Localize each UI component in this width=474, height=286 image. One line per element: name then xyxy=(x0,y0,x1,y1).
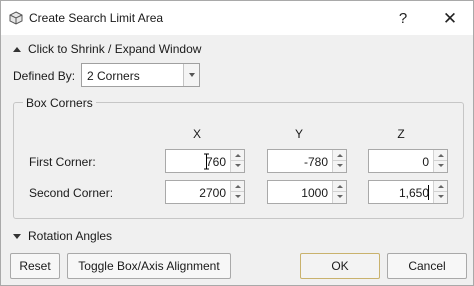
second-corner-z-value: 1,650 xyxy=(398,186,429,200)
expand-down-icon xyxy=(13,233,21,239)
close-button[interactable]: ✕ xyxy=(439,8,461,30)
defined-by-dropdown-button[interactable] xyxy=(183,64,199,86)
second-corner-x-input[interactable]: 2700 xyxy=(165,180,245,204)
second-corner-x-value: 2700 xyxy=(199,186,226,200)
rotation-angles-label: Rotation Angles xyxy=(28,229,113,243)
decrement-button[interactable] xyxy=(231,161,244,172)
toggle-alignment-button[interactable]: Toggle Box/Axis Alignment xyxy=(67,253,231,279)
decrement-button[interactable] xyxy=(434,161,447,172)
second-corner-y-value: 1000 xyxy=(301,186,328,200)
ok-button[interactable]: OK xyxy=(300,253,380,279)
first-corner-y-spinner xyxy=(332,150,346,172)
cancel-button[interactable]: Cancel xyxy=(387,253,467,279)
first-corner-z-value: 0 xyxy=(422,155,429,169)
reset-button[interactable]: Reset xyxy=(10,253,60,279)
text-cursor-icon xyxy=(204,153,209,170)
shrink-expand-toggle[interactable]: Click to Shrink / Expand Window xyxy=(13,41,201,57)
first-corner-label: First Corner: xyxy=(29,155,96,169)
defined-by-select[interactable]: 2 Corners xyxy=(81,63,200,87)
first-corner-z-spinner xyxy=(433,150,447,172)
first-corner-y-input[interactable]: -780 xyxy=(267,149,347,173)
window-title: Create Search Limit Area xyxy=(29,11,164,25)
app-cube-icon xyxy=(9,11,23,25)
column-header-x: X xyxy=(192,127,201,141)
box-corners-title: Box Corners xyxy=(23,96,96,110)
first-corner-x-input[interactable]: 760 xyxy=(165,149,245,173)
caret-icon xyxy=(428,185,429,200)
first-corner-x-spinner xyxy=(230,150,244,172)
increment-button[interactable] xyxy=(434,181,447,192)
help-button[interactable]: ? xyxy=(393,9,413,29)
second-corner-y-input[interactable]: 1000 xyxy=(267,180,347,204)
increment-button[interactable] xyxy=(231,181,244,192)
shrink-expand-label: Click to Shrink / Expand Window xyxy=(28,42,202,56)
column-header-z: Z xyxy=(397,127,405,141)
second-corner-x-spinner xyxy=(230,181,244,203)
second-corner-label: Second Corner: xyxy=(29,186,114,200)
rotation-angles-toggle[interactable]: Rotation Angles xyxy=(13,228,112,244)
second-corner-y-spinner xyxy=(332,181,346,203)
title-bar: Create Search Limit Area ? ✕ xyxy=(1,1,473,35)
first-corner-z-input[interactable]: 0 xyxy=(368,149,448,173)
increment-button[interactable] xyxy=(333,181,346,192)
increment-button[interactable] xyxy=(434,150,447,161)
collapse-up-icon xyxy=(13,46,21,52)
decrement-button[interactable] xyxy=(434,192,447,203)
defined-by-label: Defined By: xyxy=(13,69,76,83)
decrement-button[interactable] xyxy=(333,161,346,172)
dialog-window: Create Search Limit Area ? ✕ Click to Sh… xyxy=(0,0,474,286)
second-corner-z-input[interactable]: 1,650 xyxy=(368,180,448,204)
decrement-button[interactable] xyxy=(333,192,346,203)
second-corner-z-spinner xyxy=(433,181,447,203)
increment-button[interactable] xyxy=(231,150,244,161)
chevron-down-icon xyxy=(189,73,195,77)
column-header-y: Y xyxy=(294,127,303,141)
decrement-button[interactable] xyxy=(231,192,244,203)
increment-button[interactable] xyxy=(333,150,346,161)
defined-by-value: 2 Corners xyxy=(87,69,140,83)
first-corner-y-value: -780 xyxy=(303,155,328,169)
